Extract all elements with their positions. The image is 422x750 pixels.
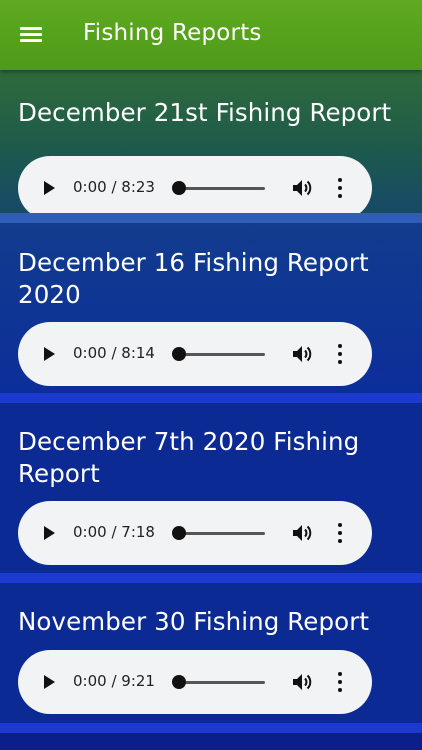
audio-player: 0:00 / 9:21 — [18, 650, 372, 714]
volume-icon[interactable] — [292, 523, 314, 543]
audio-player: 0:00 / 7:18 — [18, 501, 372, 565]
more-vert-icon[interactable] — [338, 178, 342, 198]
more-vert-icon[interactable] — [338, 344, 342, 364]
volume-icon[interactable] — [292, 672, 314, 692]
seek-thumb[interactable] — [172, 181, 186, 195]
report-card: December 16 Fishing Report 2020 0:00 / 8… — [0, 223, 422, 393]
seek-thumb[interactable] — [172, 675, 186, 689]
report-title: December 21st Fishing Report — [18, 98, 392, 127]
audio-time: 0:00 / 7:18 — [73, 523, 155, 541]
divider — [0, 393, 422, 403]
audio-player: 0:00 / 8:23 — [18, 156, 372, 220]
volume-icon[interactable] — [292, 178, 314, 198]
play-icon[interactable] — [44, 526, 55, 540]
play-icon[interactable] — [44, 347, 55, 361]
seek-track[interactable] — [178, 681, 265, 684]
report-title: November 30 Fishing Report — [18, 607, 370, 636]
app-bar: Fishing Reports — [0, 0, 422, 70]
more-vert-icon[interactable] — [338, 672, 342, 692]
report-card: December 21st Fishing Report 0:00 / 8:23 — [0, 70, 422, 220]
audio-time: 0:00 / 8:23 — [73, 178, 155, 196]
divider — [0, 723, 422, 733]
seek-track[interactable] — [178, 187, 265, 190]
hamburger-menu-icon[interactable] — [20, 25, 44, 45]
report-title: December 7th 2020 Fishing Report — [18, 427, 360, 488]
report-card: December 7th 2020 Fishing Report 0:00 / … — [0, 403, 422, 573]
seek-thumb[interactable] — [172, 526, 186, 540]
play-icon[interactable] — [44, 181, 55, 195]
report-card: November 30 Fishing Report 0:00 / 9:21 — [0, 583, 422, 723]
seek-track[interactable] — [178, 353, 265, 356]
divider — [0, 573, 422, 583]
audio-time: 0:00 / 8:14 — [73, 344, 155, 362]
report-title: December 16 Fishing Report 2020 — [18, 248, 369, 309]
seek-thumb[interactable] — [172, 347, 186, 361]
divider — [0, 213, 422, 223]
audio-time: 0:00 / 9:21 — [73, 672, 155, 690]
more-vert-icon[interactable] — [338, 523, 342, 543]
play-icon[interactable] — [44, 675, 55, 689]
volume-icon[interactable] — [292, 344, 314, 364]
seek-track[interactable] — [178, 532, 265, 535]
app-title: Fishing Reports — [83, 20, 262, 46]
audio-player: 0:00 / 8:14 — [18, 322, 372, 386]
report-list: December 21st Fishing Report 0:00 / 8:23… — [0, 70, 422, 733]
